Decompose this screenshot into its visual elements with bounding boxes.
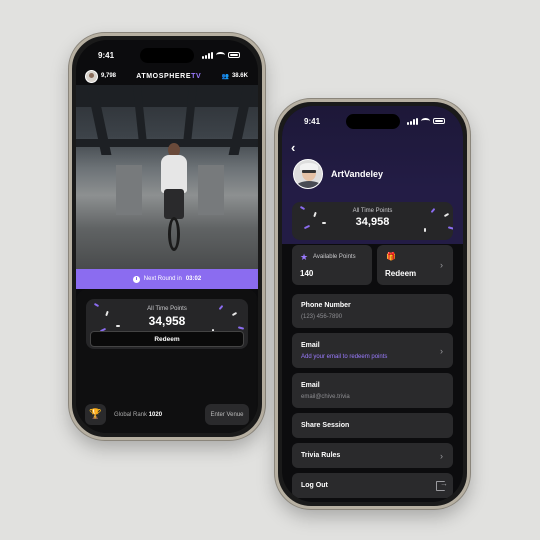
available-points-value: 140 xyxy=(300,269,314,278)
brand-accent: TV xyxy=(191,72,202,80)
phone-number-title: Phone Number xyxy=(301,302,351,309)
status-time: 9:41 xyxy=(98,50,115,60)
points-count: 9,798 xyxy=(101,73,117,79)
global-rank-label: Global Rank xyxy=(114,411,149,418)
bottom-panel: All Time Points 34,958 Redeem 🏆 Global R… xyxy=(76,289,258,433)
signal-icon xyxy=(202,51,213,59)
chevron-right-icon: › xyxy=(440,345,443,356)
star-icon: ★ xyxy=(300,252,309,262)
user-points[interactable]: 9,798 xyxy=(85,69,117,83)
bike-wheel xyxy=(168,217,180,251)
redeem-label: Redeem xyxy=(385,269,417,278)
enter-venue-button[interactable]: Enter Venue xyxy=(205,404,249,425)
username: ArtVandeley xyxy=(331,169,384,179)
clock-icon xyxy=(132,275,140,283)
email-title: Email xyxy=(301,342,320,349)
users-icon: 👥 xyxy=(221,73,229,80)
phone-number-row[interactable]: Phone Number (123) 456-7890 xyxy=(292,294,453,328)
all-time-points-label: All Time Points xyxy=(147,306,187,312)
status-time: 9:41 xyxy=(304,116,321,126)
global-rank-value: 1020 xyxy=(148,411,163,418)
share-session-title: Share Session xyxy=(301,422,350,429)
wifi-icon xyxy=(216,52,225,58)
log-out-title: Log Out xyxy=(301,482,328,489)
available-points-card: ★ Available Points 140 xyxy=(292,245,372,285)
top-bar: 9,798 ATMOSPHERETV 👥 38.6K xyxy=(76,67,258,85)
next-round-label: Next Round in xyxy=(143,276,182,282)
back-arrow-icon[interactable]: ‹ xyxy=(291,140,295,155)
rider xyxy=(161,155,187,193)
confetti xyxy=(447,226,453,230)
all-time-points-value: 34,958 xyxy=(355,216,390,228)
email-add-hint: Add your email to redeem points xyxy=(301,354,388,360)
screen-right: 9:41 ‹ ArtVandeley All Time Points 34,95… xyxy=(282,106,463,502)
dynamic-island xyxy=(345,114,400,129)
available-points-label: Available Points xyxy=(313,254,356,260)
all-time-points-card: All Time Points 34,958 xyxy=(292,202,453,240)
phone-number-value: (123) 456-7890 xyxy=(301,314,343,320)
battery-icon xyxy=(228,52,240,58)
status-icons xyxy=(407,117,445,125)
signal-icon xyxy=(407,117,418,125)
countdown: 03:02 xyxy=(185,276,202,282)
confetti xyxy=(116,325,120,327)
email-row[interactable]: Email email@chive.trivia xyxy=(292,373,453,408)
followers[interactable]: 👥 38.6K xyxy=(221,73,248,80)
all-time-points-value: 34,958 xyxy=(148,314,186,328)
screen-left: 9:41 9,798 ATMOSPHERETV 👥 38.6K Next Rou… xyxy=(76,40,258,433)
logout-icon xyxy=(436,479,448,491)
phone-frame-left: 9:41 9,798 ATMOSPHERETV 👥 38.6K Next Rou… xyxy=(69,33,265,440)
chevron-right-icon: › xyxy=(440,450,443,461)
email-add-row[interactable]: Email Add your email to redeem points › xyxy=(292,333,453,368)
trivia-rules-row[interactable]: Trivia Rules › xyxy=(292,443,453,468)
redeem-button[interactable]: Redeem xyxy=(90,331,244,347)
trivia-rules-title: Trivia Rules xyxy=(301,452,341,459)
status-icons xyxy=(202,51,240,59)
avatar[interactable] xyxy=(293,159,323,189)
share-session-row[interactable]: Share Session xyxy=(292,413,453,438)
confetti xyxy=(303,224,311,230)
redeem-card[interactable]: 🎁 Redeem › xyxy=(377,245,453,285)
bridge-beam xyxy=(76,85,258,107)
rider xyxy=(164,189,184,219)
confetti xyxy=(237,326,245,330)
confetti xyxy=(322,222,326,224)
email-value: email@chive.trivia xyxy=(301,394,350,400)
battery-icon xyxy=(433,118,445,124)
video-player[interactable] xyxy=(76,85,258,269)
pillar xyxy=(198,165,224,215)
trophy-icon[interactable]: 🏆 xyxy=(85,404,106,425)
avatar[interactable] xyxy=(85,69,98,83)
confetti xyxy=(424,228,426,232)
brand-main: ATMOSPHERE xyxy=(136,72,192,80)
bridge-beam xyxy=(76,139,258,147)
dynamic-island xyxy=(140,48,194,63)
email-title: Email xyxy=(301,382,320,389)
next-round-banner: Next Round in 03:02 xyxy=(76,269,258,289)
global-rank: Global Rank 1020 xyxy=(114,412,205,418)
brand-logo: ATMOSPHERETV xyxy=(136,73,201,80)
wifi-icon xyxy=(421,118,430,124)
bottom-bar: 🏆 Global Rank 1020 Enter Venue xyxy=(85,404,249,425)
pillar xyxy=(116,165,142,215)
followers-count: 38.6K xyxy=(231,73,248,79)
log-out-row[interactable]: Log Out xyxy=(292,473,453,498)
gift-icon: 🎁 xyxy=(386,252,396,261)
chevron-right-icon: › xyxy=(440,260,443,270)
phone-frame-right: 9:41 ‹ ArtVandeley All Time Points 34,95… xyxy=(275,99,470,509)
